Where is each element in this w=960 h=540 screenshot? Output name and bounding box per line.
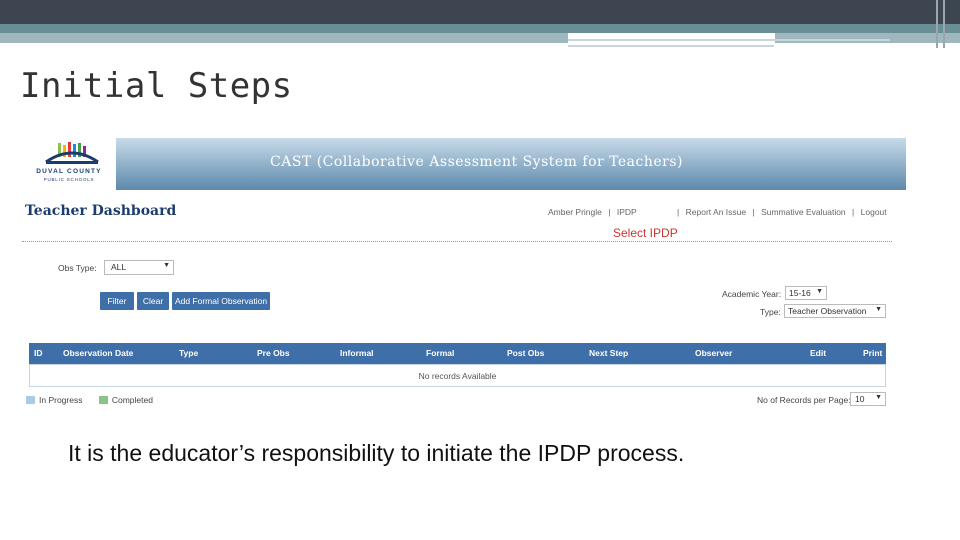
column-header: ID [34, 348, 43, 358]
logout-link[interactable]: Logout [861, 207, 887, 217]
dashboard-title: Teacher Dashboard [25, 203, 177, 219]
table-header: ID Observation Date Type Pre Obs Informa… [29, 343, 886, 364]
link-separator: | [608, 207, 611, 217]
logo-line-1: DUVAL COUNTY [36, 168, 102, 175]
obs-type-select[interactable]: ALL ▼ [104, 260, 174, 275]
records-per-page-label: No of Records per Page: [757, 395, 851, 405]
slide-accent-bar [0, 24, 960, 33]
chevron-down-icon: ▼ [163, 262, 170, 269]
slide-caption: It is the educator’s responsibility to i… [68, 440, 685, 466]
link-separator: | [677, 207, 680, 217]
banner-gradient: CAST (Collaborative Assessment System fo… [116, 138, 906, 190]
column-header: Edit [810, 348, 827, 358]
column-header: Print [863, 348, 883, 358]
logo-line-2: PUBLIC SCHOOLS [43, 177, 95, 182]
chevron-down-icon: ▼ [816, 288, 823, 295]
link-separator: | [752, 207, 755, 217]
slide-top-bar [0, 0, 960, 24]
clear-button[interactable]: Clear [137, 292, 169, 310]
slide-accent-line [568, 39, 890, 41]
records-per-page-value: 10 [855, 394, 865, 404]
status-legend: In Progress Completed [26, 395, 153, 405]
slide-accent-light-right [775, 33, 960, 43]
legend-label: Completed [111, 395, 153, 405]
slide-accent-line-2 [568, 45, 774, 47]
column-header: Observer [695, 348, 733, 358]
add-formal-observation-button[interactable]: Add Formal Observation [172, 292, 270, 310]
chevron-down-icon: ▼ [875, 394, 882, 401]
corner-strip [936, 0, 938, 48]
type-value: Teacher Observation [788, 306, 867, 316]
observations-table: ID Observation Date Type Pre Obs Informa… [29, 343, 886, 387]
link-separator: | [852, 207, 855, 217]
academic-year-select[interactable]: 15-16 ▼ [785, 286, 827, 300]
empty-message: No records Available [418, 371, 497, 381]
obs-type-label: Obs Type: [58, 263, 97, 273]
column-header: Informal [340, 348, 374, 358]
column-header: Formal [426, 348, 455, 358]
banner-title: CAST (Collaborative Assessment System fo… [270, 154, 684, 170]
legend-label: In Progress [39, 395, 83, 405]
report-issue-link[interactable]: Report An Issue [686, 207, 746, 217]
academic-year-label: Academic Year: [722, 289, 782, 299]
divider [22, 241, 892, 242]
select-ipdp-callout: Select IPDP [613, 226, 678, 240]
chevron-down-icon: ▼ [875, 306, 882, 313]
filter-button[interactable]: Filter [100, 292, 134, 310]
table-body: No records Available [29, 364, 886, 387]
slide-accent-light [0, 33, 568, 43]
in-progress-swatch [26, 396, 35, 404]
user-links: Amber Pringle | IPDP | Report An Issue |… [548, 207, 891, 217]
column-header: Post Obs [507, 348, 545, 358]
academic-year-value: 15-16 [789, 288, 811, 298]
corner-strip-2 [943, 0, 945, 48]
completed-swatch [98, 396, 108, 404]
slide-title: Initial Steps [20, 66, 293, 106]
obs-type-value: ALL [111, 262, 127, 272]
column-header: Observation Date [63, 348, 134, 358]
district-logo: DUVAL COUNTY PUBLIC SCHOOLS [22, 138, 116, 190]
ipdp-link[interactable]: IPDP [617, 207, 637, 217]
bridge-logo-icon [45, 142, 99, 164]
column-header: Type [179, 348, 199, 358]
cast-screenshot: DUVAL COUNTY PUBLIC SCHOOLS CAST (Collab… [22, 138, 906, 413]
type-label: Type: [760, 307, 781, 317]
summative-evaluation-link[interactable]: Summative Evaluation [761, 207, 846, 217]
user-name: Amber Pringle [548, 207, 602, 217]
column-header: Next Step [589, 348, 629, 358]
records-per-page-select[interactable]: 10 ▼ [850, 392, 886, 406]
column-header: Pre Obs [257, 348, 290, 358]
type-select[interactable]: Teacher Observation ▼ [784, 304, 886, 318]
cast-banner: DUVAL COUNTY PUBLIC SCHOOLS CAST (Collab… [22, 138, 906, 190]
